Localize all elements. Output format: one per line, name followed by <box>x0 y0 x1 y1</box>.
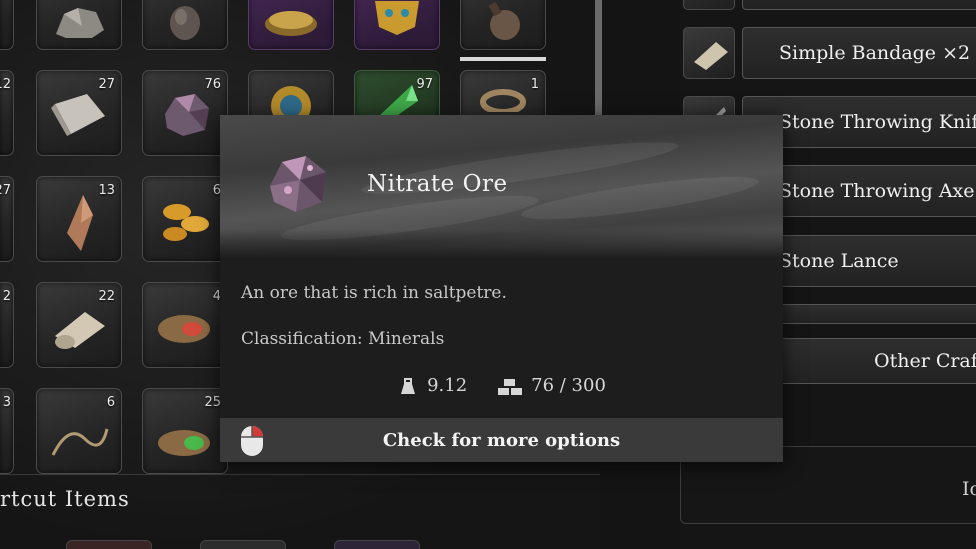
slot-quantity: 13 <box>98 183 115 198</box>
weight-stat: 9.12 <box>397 375 467 396</box>
inventory-slot[interactable]: 2 <box>0 282 14 368</box>
inventory-slot[interactable]: 12 <box>0 70 14 156</box>
weight-icon <box>401 377 416 394</box>
nitrate-ore-icon <box>262 150 334 224</box>
craft-action-label: Io <box>962 478 976 500</box>
slot-quantity: 2 <box>2 289 11 304</box>
inventory-slot[interactable]: 6 <box>36 388 122 474</box>
slot-quantity: 1 <box>530 77 539 92</box>
shortcut-divider <box>0 474 600 475</box>
gold-box-item-icon <box>263 4 319 42</box>
slot-quantity: 27 <box>0 183 11 198</box>
craft-item-thumb <box>683 27 735 79</box>
inventory-slot[interactable]: 3 <box>0 388 14 474</box>
tooltip-description: An ore that is rich in saltpetre. <box>241 283 507 303</box>
inventory-slot[interactable]: 76 <box>142 70 228 156</box>
craft-row-hidden[interactable] <box>742 0 976 10</box>
inventory-slot-selected[interactable] <box>460 0 546 50</box>
inventory-slot[interactable]: 27 <box>36 70 122 156</box>
stack-icon <box>498 378 523 395</box>
inventory-slot[interactable]: 13 <box>36 176 122 262</box>
pouch-item-icon <box>165 0 205 45</box>
flint-item-icon <box>59 193 99 257</box>
shortcut-slot[interactable] <box>66 540 152 549</box>
tooltip-stats: 9.12 76 / 300 <box>220 375 783 396</box>
inventory-slot[interactable] <box>142 0 228 50</box>
inventory-scrollbar[interactable] <box>595 0 602 118</box>
slot-quantity: 22 <box>98 289 115 304</box>
green-pouch-item-icon <box>154 421 216 465</box>
slot-quantity: 12 <box>0 77 11 92</box>
gold-mask-item-icon <box>369 0 425 41</box>
shortcut-slot[interactable] <box>200 540 286 549</box>
selection-indicator <box>460 57 546 61</box>
rock-item-icon <box>52 6 106 44</box>
tooltip-classification: Classification: Minerals <box>241 329 445 349</box>
bandage-icon <box>694 42 728 70</box>
inventory-slot[interactable] <box>0 0 14 50</box>
inventory-slot[interactable]: 4 <box>142 282 228 368</box>
stack-stat: 76 / 300 <box>497 375 606 396</box>
slot-quantity: 3 <box>2 395 11 410</box>
mushroom-item-icon <box>155 196 215 250</box>
craft-item-thumb <box>683 0 735 10</box>
tooltip-footer[interactable]: Check for more options <box>220 418 783 462</box>
gourd-item-icon <box>483 0 523 47</box>
item-tooltip: Nitrate Ore An ore that is rich in saltp… <box>220 115 783 462</box>
more-options-label[interactable]: Check for more options <box>383 430 620 451</box>
inventory-slot[interactable]: 22 <box>36 282 122 368</box>
cloth-item-icon <box>49 90 109 144</box>
mouse-icon <box>240 425 264 461</box>
craft-row-simple-bandage[interactable]: Simple Bandage ×2 <box>742 27 976 79</box>
tooltip-title: Nitrate Ore <box>367 171 508 197</box>
nitrate-ore-item-icon <box>157 90 213 144</box>
slot-quantity: 25 <box>204 395 221 410</box>
inventory-slot[interactable] <box>36 0 122 50</box>
shortcut-items-title: rtcut Items <box>0 487 130 511</box>
shortcut-slot[interactable] <box>334 540 420 549</box>
stack-value: 76 / 300 <box>531 375 606 396</box>
red-pouch-item-icon <box>154 305 216 353</box>
string-item-icon <box>49 419 109 463</box>
inventory-slot[interactable]: 27 <box>0 176 14 262</box>
inventory-slot[interactable]: 6 <box>142 176 228 262</box>
inventory-slot[interactable]: 25 <box>142 388 228 474</box>
bandage-roll-item-icon <box>49 306 109 356</box>
inventory-slot[interactable] <box>248 0 334 50</box>
slot-quantity: 6 <box>106 395 115 410</box>
rope-item-icon <box>478 82 528 116</box>
tooltip-header: Nitrate Ore <box>220 115 783 258</box>
inventory-slot[interactable] <box>354 0 440 50</box>
weight-value: 9.12 <box>427 375 468 396</box>
